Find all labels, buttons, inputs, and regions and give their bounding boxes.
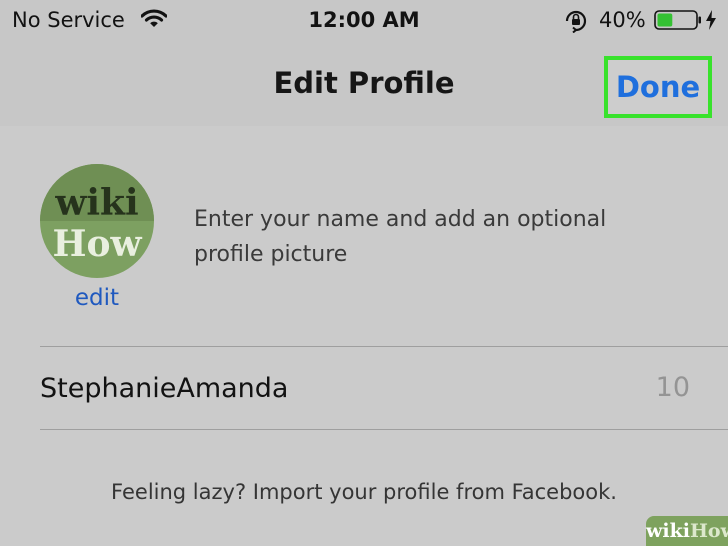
- edit-photo-link[interactable]: edit: [40, 283, 154, 313]
- orientation-lock-icon: [563, 9, 589, 37]
- facebook-import-link[interactable]: Feeling lazy? Import your profile from F…: [0, 477, 728, 507]
- battery-icon: [654, 9, 702, 35]
- profile-form: wiki How edit Enter your name and add an…: [0, 126, 728, 546]
- watermark: wikiHow: [646, 516, 728, 546]
- done-button[interactable]: Done: [604, 56, 712, 118]
- charging-bolt-icon: [705, 9, 717, 35]
- status-bar: No Service 12:00 AM 40%: [0, 0, 728, 42]
- watermark-suffix: How: [689, 520, 728, 542]
- watermark-prefix: wiki: [646, 520, 690, 542]
- character-count: 10: [655, 372, 690, 403]
- battery-percent: 40%: [599, 8, 646, 32]
- intro-text: Enter your name and add an optional prof…: [194, 207, 607, 267]
- avatar[interactable]: wiki How: [40, 164, 154, 278]
- name-field[interactable]: 10: [40, 347, 728, 429]
- divider: [40, 429, 728, 430]
- avatar-text-how: How: [52, 223, 142, 265]
- name-input[interactable]: [40, 365, 600, 411]
- avatar-text-wiki: wiki: [54, 182, 138, 224]
- navigation-bar: Edit Profile Done: [0, 42, 728, 126]
